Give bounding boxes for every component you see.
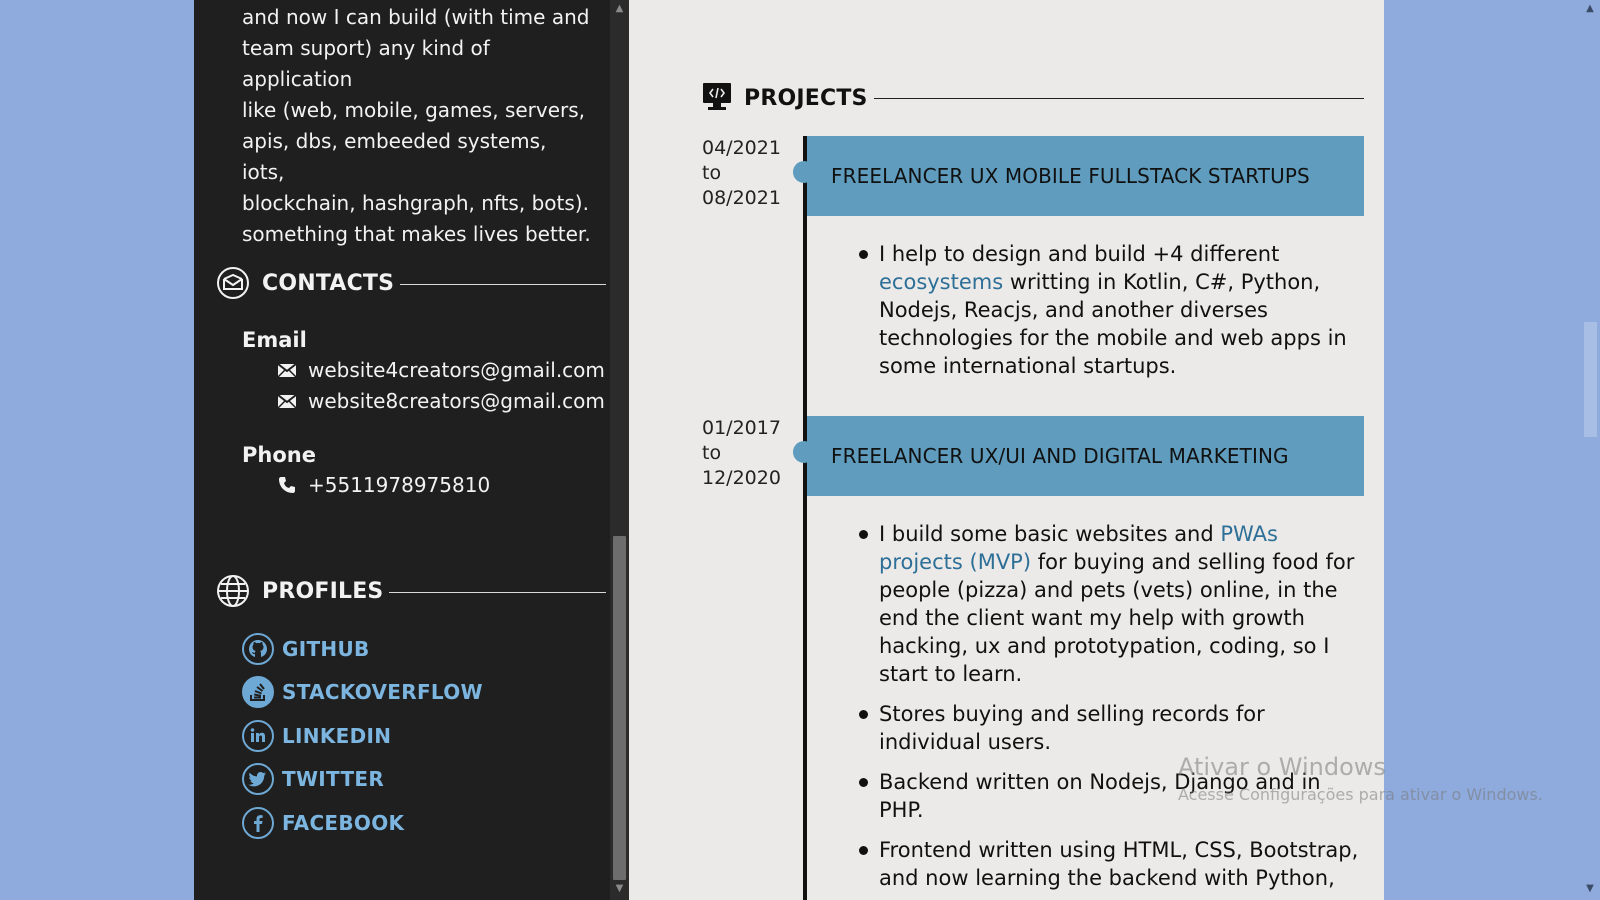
page-scrollbar[interactable]: ▲ ▼ [1580, 0, 1600, 900]
divider [873, 97, 1364, 99]
globe-icon [216, 574, 250, 608]
sidebar-scrollbar[interactable]: ▲ ▼ [610, 0, 629, 900]
profile-link-twitter[interactable]: TWITTER [242, 762, 384, 796]
divider [389, 592, 606, 593]
projects-heading: PROJECTS [702, 78, 1364, 118]
profile-link-facebook[interactable]: FACEBOOK [242, 806, 404, 840]
stackoverflow-icon [242, 676, 274, 708]
profiles-heading: PROFILES [216, 571, 606, 611]
facebook-icon [242, 807, 274, 839]
list-item: Stores buying and selling records for in… [859, 700, 1364, 756]
email-label: Email [242, 328, 307, 352]
intro-text: and now I can build (with time and team … [242, 5, 591, 246]
contacts-envelope-icon [216, 266, 250, 300]
sidebar-scroll-thumb[interactable] [613, 536, 626, 880]
profile-link-linkedin[interactable]: LINKEDIN [242, 719, 391, 753]
list-item: I build some basic websites and PWAs pro… [859, 520, 1364, 688]
profile-link-github[interactable]: GITHUB [242, 632, 370, 666]
phone-label: Phone [242, 443, 316, 467]
project-bullets: I build some basic websites and PWAs pro… [859, 520, 1364, 900]
project-title-banner: FREELANCER UX/UI AND DIGITAL MARKETING [807, 416, 1364, 496]
list-item: Frontend written using HTML, CSS, Bootst… [859, 836, 1364, 892]
scroll-down-arrow-icon[interactable]: ▼ [1580, 880, 1600, 898]
mail-icon [276, 360, 298, 380]
contacts-title: CONTACTS [262, 270, 395, 296]
project-date: 04/2021 to 08/2021 [702, 137, 781, 209]
github-icon [242, 633, 274, 665]
profiles-title: PROFILES [262, 578, 384, 604]
sidebar: and now I can build (with time and team … [194, 0, 629, 900]
timeline-line [803, 136, 807, 900]
phone-icon [276, 475, 298, 495]
scroll-down-arrow-icon[interactable]: ▼ [610, 880, 629, 898]
page-scroll-thumb[interactable] [1584, 322, 1597, 437]
scroll-up-arrow-icon[interactable]: ▲ [1580, 0, 1600, 18]
mail-icon [276, 391, 298, 411]
scroll-up-arrow-icon[interactable]: ▲ [610, 0, 629, 18]
windows-activation-watermark: Ativar o Windows Acesse Configurações pa… [1178, 753, 1543, 804]
project-bullets: I help to design and build +4 different … [859, 240, 1364, 392]
code-monitor-icon [702, 81, 732, 115]
linkedin-icon [242, 720, 274, 752]
phone-link[interactable]: +5511978975810 [276, 473, 490, 497]
list-item: I help to design and build +4 different … [859, 240, 1364, 380]
email-link-2[interactable]: website8creators@gmail.com [276, 389, 605, 413]
profile-link-stackoverflow[interactable]: STACKOVERFLOW [242, 675, 483, 709]
project-title-banner: FREELANCER UX MOBILE FULLSTACK STARTUPS [807, 136, 1364, 216]
email-link-1[interactable]: website4creators@gmail.com [276, 358, 605, 382]
project-date: 01/2017 to 12/2020 [702, 417, 781, 489]
divider [400, 284, 606, 285]
ecosystems-link[interactable]: ecosystems [879, 270, 1003, 294]
twitter-icon [242, 763, 274, 795]
contacts-heading: CONTACTS [216, 263, 606, 303]
projects-title: PROJECTS [744, 85, 868, 111]
